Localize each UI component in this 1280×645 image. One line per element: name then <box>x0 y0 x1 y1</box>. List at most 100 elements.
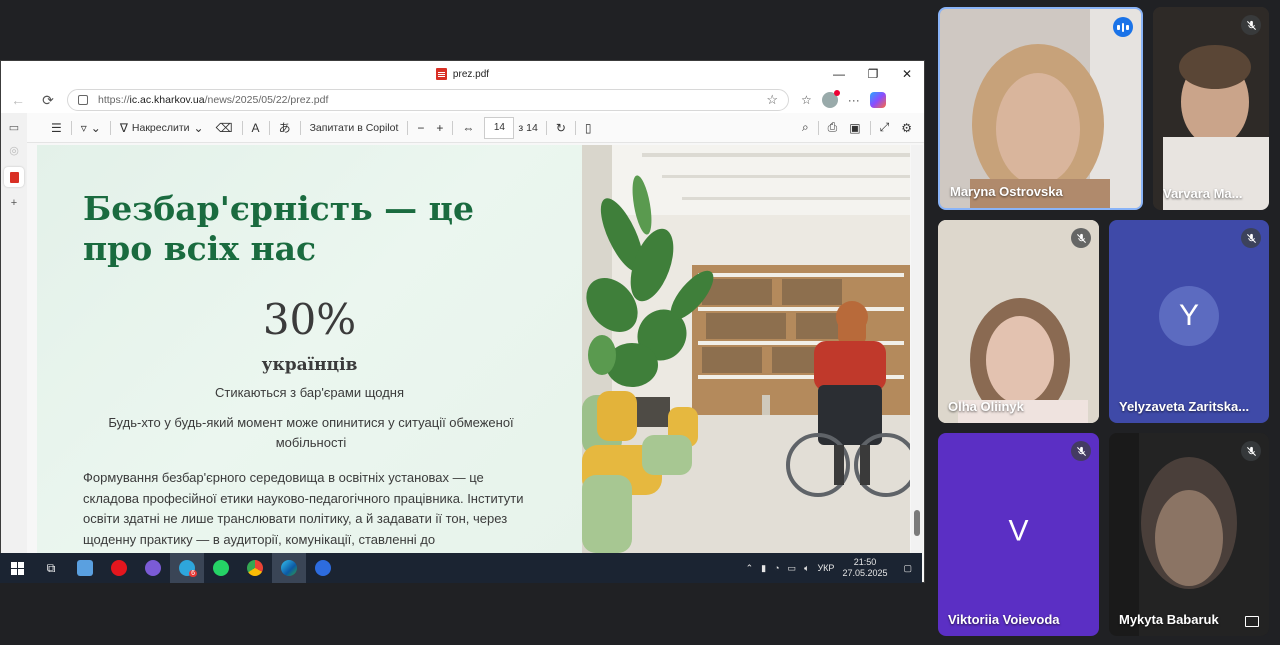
settings-button[interactable]: ⚙ <box>895 113 918 143</box>
taskbar-app-viber[interactable] <box>136 553 170 583</box>
wifi-icon[interactable]: ◔ <box>774 563 779 573</box>
system-tray: ⌃ ▮ ◔ ▭ 🔈︎ УКР 21:50 27.05.2025 ▢ <box>746 557 922 579</box>
minus-icon: − <box>417 120 425 135</box>
copilot-icon[interactable] <box>869 92 886 108</box>
participant-video <box>940 9 1141 208</box>
eraser-icon: ⌫ <box>215 120 233 135</box>
pdf-file-icon <box>435 68 447 80</box>
chrome-icon <box>247 560 263 576</box>
participant-tile[interactable]: Y Yelyzaveta Zaritska... <box>1109 220 1269 423</box>
profile-avatar-icon[interactable] <box>821 90 840 108</box>
taskbar-app-whatsapp[interactable] <box>204 553 238 583</box>
pdf-toolbar-right: ⌕ ⎙ ▣ ⤢ ⚙ <box>796 113 924 143</box>
stat-paragraph: Будь-хто у будь-який момент може опинити… <box>108 415 514 450</box>
reload-icon[interactable]: ⟳ <box>37 89 59 111</box>
taskbar-app-chrome[interactable] <box>238 553 272 583</box>
translate-button[interactable]: あ <box>273 113 297 143</box>
chevron-down-icon: ⌄ <box>193 120 204 135</box>
pdf-slide: Безбар'єрність — це про всіх нас 30% укр… <box>37 145 910 553</box>
speaking-indicator-icon <box>1113 17 1133 37</box>
contents-button[interactable]: ☰ <box>45 113 68 143</box>
slide-text-panel: Безбар'єрність — це про всіх нас 30% укр… <box>37 145 582 553</box>
url-path: /news/2025/05/22/prez.pdf <box>204 94 329 106</box>
pdf-tab-icon[interactable] <box>4 167 24 187</box>
add-tab-icon[interactable]: + <box>11 197 17 209</box>
participant-name: Viktoriia Voievoda <box>948 612 1060 627</box>
url-field[interactable]: https:// ic.ac.kharkov.ua /news/2025/05/… <box>67 89 789 111</box>
read-aloud-icon: A <box>251 120 260 135</box>
participant-tile[interactable]: Maryna Ostrovska <box>938 7 1143 210</box>
participant-video <box>1109 433 1269 636</box>
taskbar-app-news[interactable] <box>68 553 102 583</box>
participant-initial: Y <box>1159 285 1219 346</box>
start-button[interactable] <box>0 553 34 583</box>
draw-label: Накреслити <box>131 121 190 134</box>
taskbar-app-zoom[interactable] <box>306 553 340 583</box>
volume-icon[interactable]: 🔈︎ <box>804 563 809 574</box>
address-bar-row: ← ⟳ https:// ic.ac.kharkov.ua /news/2025… <box>1 87 924 113</box>
windows-logo-icon <box>10 561 24 575</box>
language-indicator[interactable]: УКР <box>817 563 834 573</box>
window-controls: — ❐ ✕ <box>822 61 924 87</box>
stat-label: українців <box>261 355 358 375</box>
chevron-down-icon: ⌄ <box>90 120 101 135</box>
save-button[interactable]: ▣ <box>843 113 866 143</box>
minimize-icon[interactable]: — <box>822 61 856 87</box>
participant-tile[interactable]: Mykyta Babaruk <box>1109 433 1269 636</box>
pdf-file-icon <box>9 171 19 183</box>
fit-page-button[interactable]: ⇔ <box>456 113 480 143</box>
participant-tile[interactable]: V Viktoriia Voievoda <box>938 433 1099 636</box>
eraser-button[interactable]: ⌫ <box>210 113 239 143</box>
tab-actions-icon[interactable]: ▭ <box>9 121 19 134</box>
notifications-icon[interactable]: ▢ <box>903 563 912 574</box>
list-icon: ☰ <box>51 120 62 135</box>
print-button[interactable]: ⎙ <box>822 113 844 143</box>
read-aloud-button[interactable]: A <box>246 113 266 143</box>
rotate-button[interactable]: ↻ <box>550 113 572 143</box>
participant-tile[interactable]: Olha Oliinyk <box>938 220 1099 423</box>
draw-button[interactable]: ∇ Накреслити ⌄ <box>114 113 210 143</box>
page-number-input[interactable]: 14 <box>484 116 515 139</box>
highlight-button[interactable]: ▿ ⌄ <box>75 113 107 143</box>
muted-mic-icon <box>1241 15 1261 35</box>
save-icon: ▣ <box>849 120 861 135</box>
viber-icon <box>145 560 161 576</box>
url-host: ic.ac.kharkov.ua <box>129 94 205 106</box>
tab-title: prez.pdf <box>452 68 490 80</box>
pdf-scrollbar[interactable] <box>911 145 923 553</box>
screen-share-icon <box>1245 616 1259 627</box>
search-button[interactable]: ⌕ <box>796 113 815 143</box>
usb-icon[interactable]: ▮ <box>761 563 766 574</box>
zoom-out-button[interactable]: − <box>411 113 430 143</box>
translate-icon: あ <box>278 121 291 135</box>
clock-time: 21:50 <box>853 557 877 567</box>
scrollbar-thumb[interactable] <box>914 510 920 536</box>
pdf-toolbar: ☰ ▿ ⌄ ∇ Накреслити ⌄ ⌫ A あ Запитати в Copil… <box>1 113 924 143</box>
clock[interactable]: 21:50 27.05.2025 <box>842 557 887 579</box>
participant-initial: V <box>1008 514 1029 548</box>
close-icon[interactable]: ✕ <box>890 61 924 87</box>
battery-icon[interactable]: ▭ <box>788 563 797 574</box>
more-menu-icon[interactable]: ··· <box>848 93 860 107</box>
fullscreen-button[interactable]: ⤢ <box>874 113 896 143</box>
task-view-button[interactable]: ⧉ <box>34 553 68 583</box>
ask-copilot-button[interactable]: Запитати в Copilot <box>304 113 405 143</box>
taskbar-app-telegram[interactable]: 6 <box>170 553 204 583</box>
lock-icon <box>78 95 88 105</box>
restore-icon[interactable]: ❐ <box>856 61 890 87</box>
page-view-button[interactable]: ▯ <box>579 113 598 143</box>
windows-taskbar: ⧉ 6 ⌃ ▮ ◔ ▭ 🔈︎ УКР 21:50 27.05.2025 ▢ <box>0 553 922 583</box>
participant-tile[interactable]: Varvara Ma... <box>1153 7 1269 210</box>
fit-icon: ⇔ <box>462 120 475 135</box>
history-icon[interactable]: ◎ <box>9 144 19 157</box>
back-arrow-icon[interactable]: ← <box>7 89 29 111</box>
favorites-icon[interactable]: ☆ <box>801 93 812 107</box>
taskbar-app-opera[interactable] <box>102 553 136 583</box>
zoom-in-button[interactable]: + <box>430 113 449 143</box>
participant-name: Varvara Ma... <box>1163 186 1243 201</box>
participant-name: Yelyzaveta Zaritska... <box>1119 399 1250 414</box>
chevron-up-icon[interactable]: ⌃ <box>746 563 754 574</box>
favorite-star-icon[interactable]: ☆ <box>766 92 778 108</box>
library-wheelchair-photo <box>582 145 910 553</box>
taskbar-app-edge[interactable] <box>272 553 306 583</box>
